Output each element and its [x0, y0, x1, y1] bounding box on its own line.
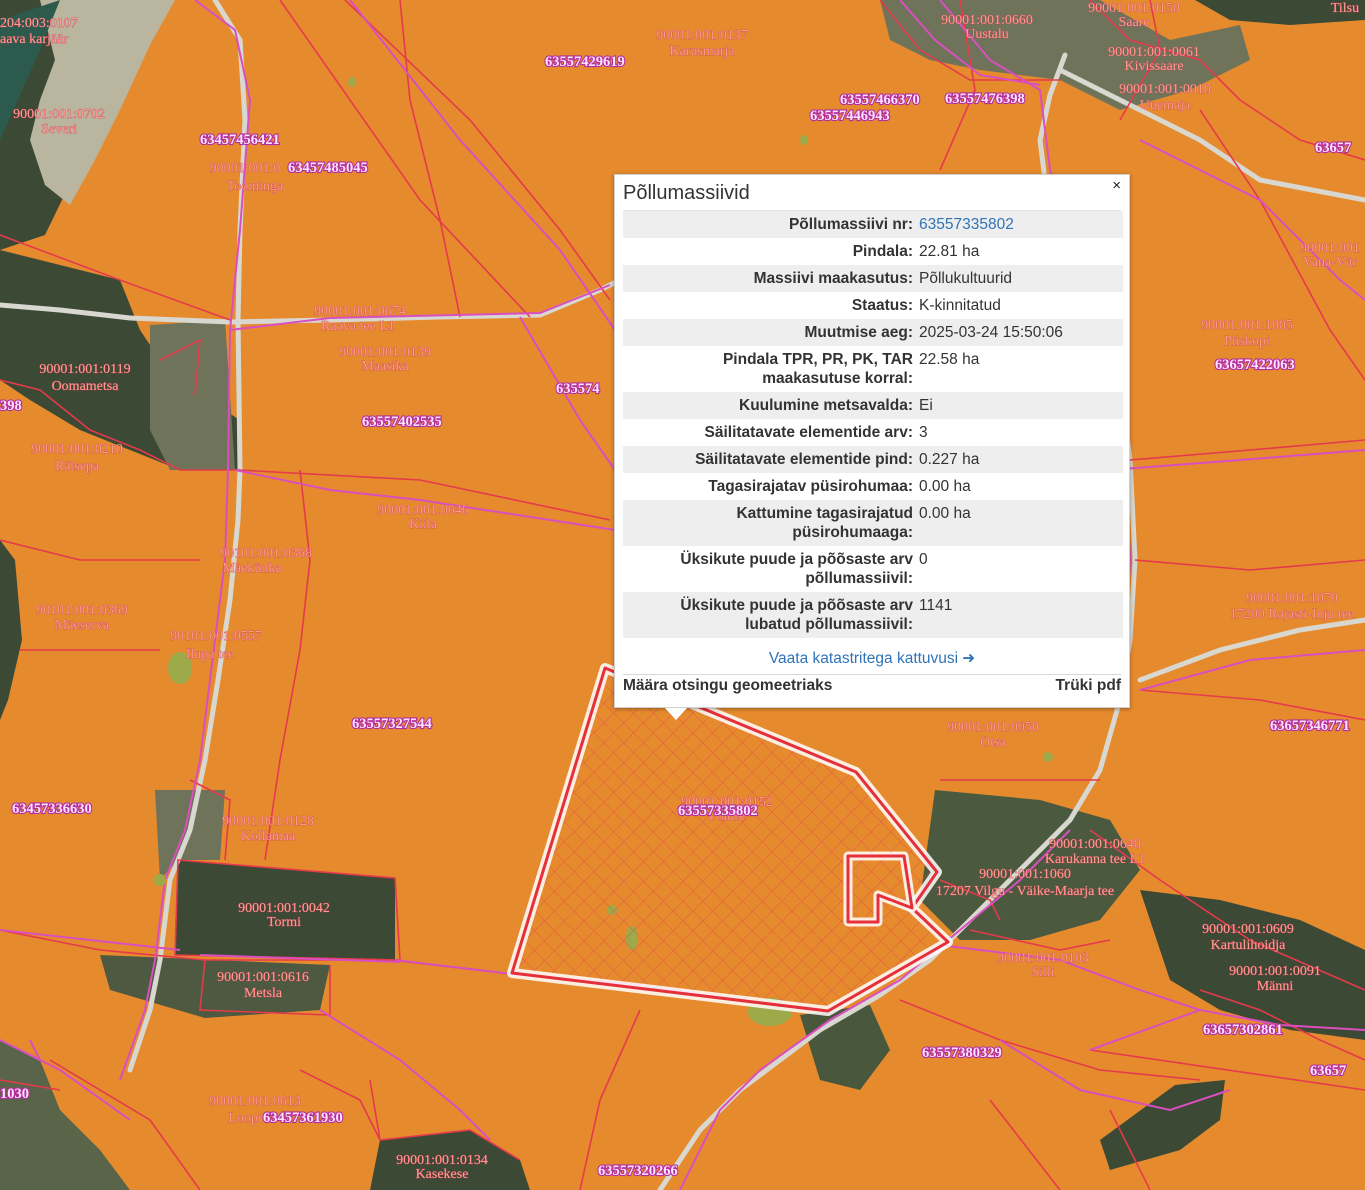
- cadastre-label: 90001:001:0137 Karusmarja: [656, 28, 748, 59]
- field-label: 63557335802: [678, 803, 758, 819]
- cadastre-label: 90001:001:0674 Raava tee L1: [314, 304, 406, 334]
- overlap-cadastre-link-label: Vaata katastritega kattuvusi: [768, 650, 959, 667]
- cadastre-label: Tilsu: [1331, 1, 1359, 16]
- attribute-table-body: Põllumassiivi nr: 63557335802 Pindala: 22.…: [623, 211, 1123, 638]
- attribute-key: Muutmise aeg:: [804, 324, 913, 341]
- table-row: Staatus: K-kinnitatud: [623, 292, 1123, 319]
- cadastre-label: 90001:001:1070 17200 Rajasti-Inju tee: [1230, 591, 1354, 622]
- field-label: 63557429619: [545, 54, 625, 70]
- cadastre-label: 90001:001 Vana-Vär: [1300, 241, 1360, 270]
- table-row: Kattumine tagasirajatud püsirohumaaga: 0.…: [623, 500, 1123, 546]
- field-label: 63457336630: [12, 801, 92, 817]
- field-label: 63657: [1315, 140, 1351, 156]
- overlap-cadastre-link[interactable]: Vaata katastritega kattuvusi ➜: [615, 649, 1129, 668]
- field-label: 63657302861: [1203, 1022, 1283, 1038]
- table-row: Kuulumine metsavalda: Ei: [623, 392, 1123, 419]
- field-label: 63557327544: [352, 716, 432, 732]
- popup-pointer: [665, 708, 687, 720]
- forest-village-w: [150, 320, 235, 470]
- attribute-value: Põllukultuurid: [919, 270, 1013, 287]
- print-pdf-button[interactable]: Trüki pdf: [1056, 677, 1121, 695]
- table-row: Säilitatavate elementide arv: 3: [623, 419, 1123, 446]
- attribute-key: Tagasirajatav püsirohumaa:: [708, 478, 913, 495]
- attribute-table: Põllumassiivi nr: 63557335802 Pindala: 22.…: [623, 211, 1123, 638]
- field-label: 63657422063: [1215, 357, 1295, 373]
- attribute-key: Staatus:: [851, 297, 913, 314]
- field-label: 63557402535: [362, 414, 442, 430]
- field-label: 63457361930: [263, 1110, 343, 1126]
- wetland-5: [800, 135, 808, 145]
- attribute-value: 2025-03-24 15:50:06: [919, 324, 1063, 341]
- table-row: Pindala TPR, PR, PK, TAR maakasutuse kor…: [623, 346, 1123, 392]
- cadastre-label: 90001:001:0609 Kartulihoidja: [1202, 922, 1294, 953]
- field-block-number-link[interactable]: 63557335802: [919, 211, 1123, 238]
- field-label: 63557476398: [945, 91, 1025, 107]
- cadastre-label: 204:003:0107 aava karjäär: [0, 16, 78, 47]
- field-label: 63557320266: [598, 1163, 678, 1179]
- attribute-key: Põllumassiivi nr:: [788, 216, 913, 233]
- attribute-value: 22.58 ha: [919, 351, 980, 368]
- attribute-key: Säilitatavate elementide arv:: [704, 424, 914, 441]
- attribute-value: 22.81 ha: [919, 243, 980, 260]
- attribute-value: 1141: [919, 597, 953, 614]
- attribute-value: Ei: [919, 397, 933, 414]
- table-row: Üksikute puude ja põõsaste arv põllumass…: [623, 546, 1123, 592]
- field-label: 63557380329: [922, 1045, 1002, 1061]
- attribute-key: Kattumine tagasirajatud püsirohumaaga:: [736, 505, 913, 541]
- field-label: 63457485045: [288, 160, 368, 176]
- wetland-8: [1043, 752, 1053, 762]
- attribute-key: Pindala:: [852, 243, 913, 260]
- attribute-key: Kuulumine metsavalda:: [739, 397, 913, 414]
- footer-divider: [623, 674, 1121, 675]
- table-row: Massiivi maakasutus: Põllukultuurid: [623, 265, 1123, 292]
- attribute-value: 0.227 ha: [919, 451, 980, 468]
- table-row: Tagasirajatav püsirohumaa: 0.00 ha: [623, 473, 1123, 500]
- attribute-key: Massiivi maakasutus:: [753, 270, 913, 287]
- field-label: 63457456421: [200, 132, 280, 148]
- attribute-key: Üksikute puude ja põõsaste arv lubatud p…: [680, 597, 913, 633]
- table-row: Üksikute puude ja põõsaste arv lubatud p…: [623, 592, 1123, 638]
- attribute-key: Säilitatavate elementide pind:: [695, 451, 913, 468]
- field-label: 398: [0, 398, 22, 414]
- table-row: Muutmise aeg: 2025-03-24 15:50:06: [623, 319, 1123, 346]
- wetland-7: [154, 874, 166, 886]
- popup-title: Põllumassiivid: [623, 182, 750, 204]
- attribute-key: Üksikute puude ja põõsaste arv põllumass…: [680, 551, 913, 587]
- table-row: Pindala: 22.81 ha: [623, 238, 1123, 265]
- field-label: 63557466370: [840, 92, 920, 108]
- attribute-key: Pindala TPR, PR, PK, TAR maakasutuse kor…: [722, 351, 913, 387]
- attribute-value: 0.00 ha: [919, 505, 971, 522]
- attribute-value: 0: [919, 551, 928, 568]
- field-label: 63557446943: [810, 108, 890, 124]
- attribute-value: 0.00 ha: [919, 478, 971, 495]
- close-icon[interactable]: ×: [1112, 178, 1121, 194]
- info-popup: × Põllumassiivid Põllumassiivi nr: 635573…: [614, 174, 1130, 720]
- field-label: 1030: [0, 1086, 29, 1102]
- attribute-value: 3: [919, 424, 928, 441]
- cadastre-label: 90001:001:0640 Karukanna tee L1: [1045, 837, 1145, 867]
- table-row: Säilitatavate elementide pind: 0.227 ha: [623, 446, 1123, 473]
- field-label: 635574: [556, 381, 600, 397]
- field-label: 63657: [1310, 1063, 1346, 1079]
- table-row: Põllumassiivi nr: 63557335802: [623, 211, 1123, 238]
- set-search-geometry-button[interactable]: Määra otsingu geomeetriaks: [623, 677, 832, 695]
- wetland-6: [348, 77, 356, 87]
- attribute-value: K-kinnitatud: [919, 297, 1001, 314]
- arrow-right-icon: ➜: [962, 650, 976, 667]
- field-label: 63657346771: [1270, 718, 1350, 734]
